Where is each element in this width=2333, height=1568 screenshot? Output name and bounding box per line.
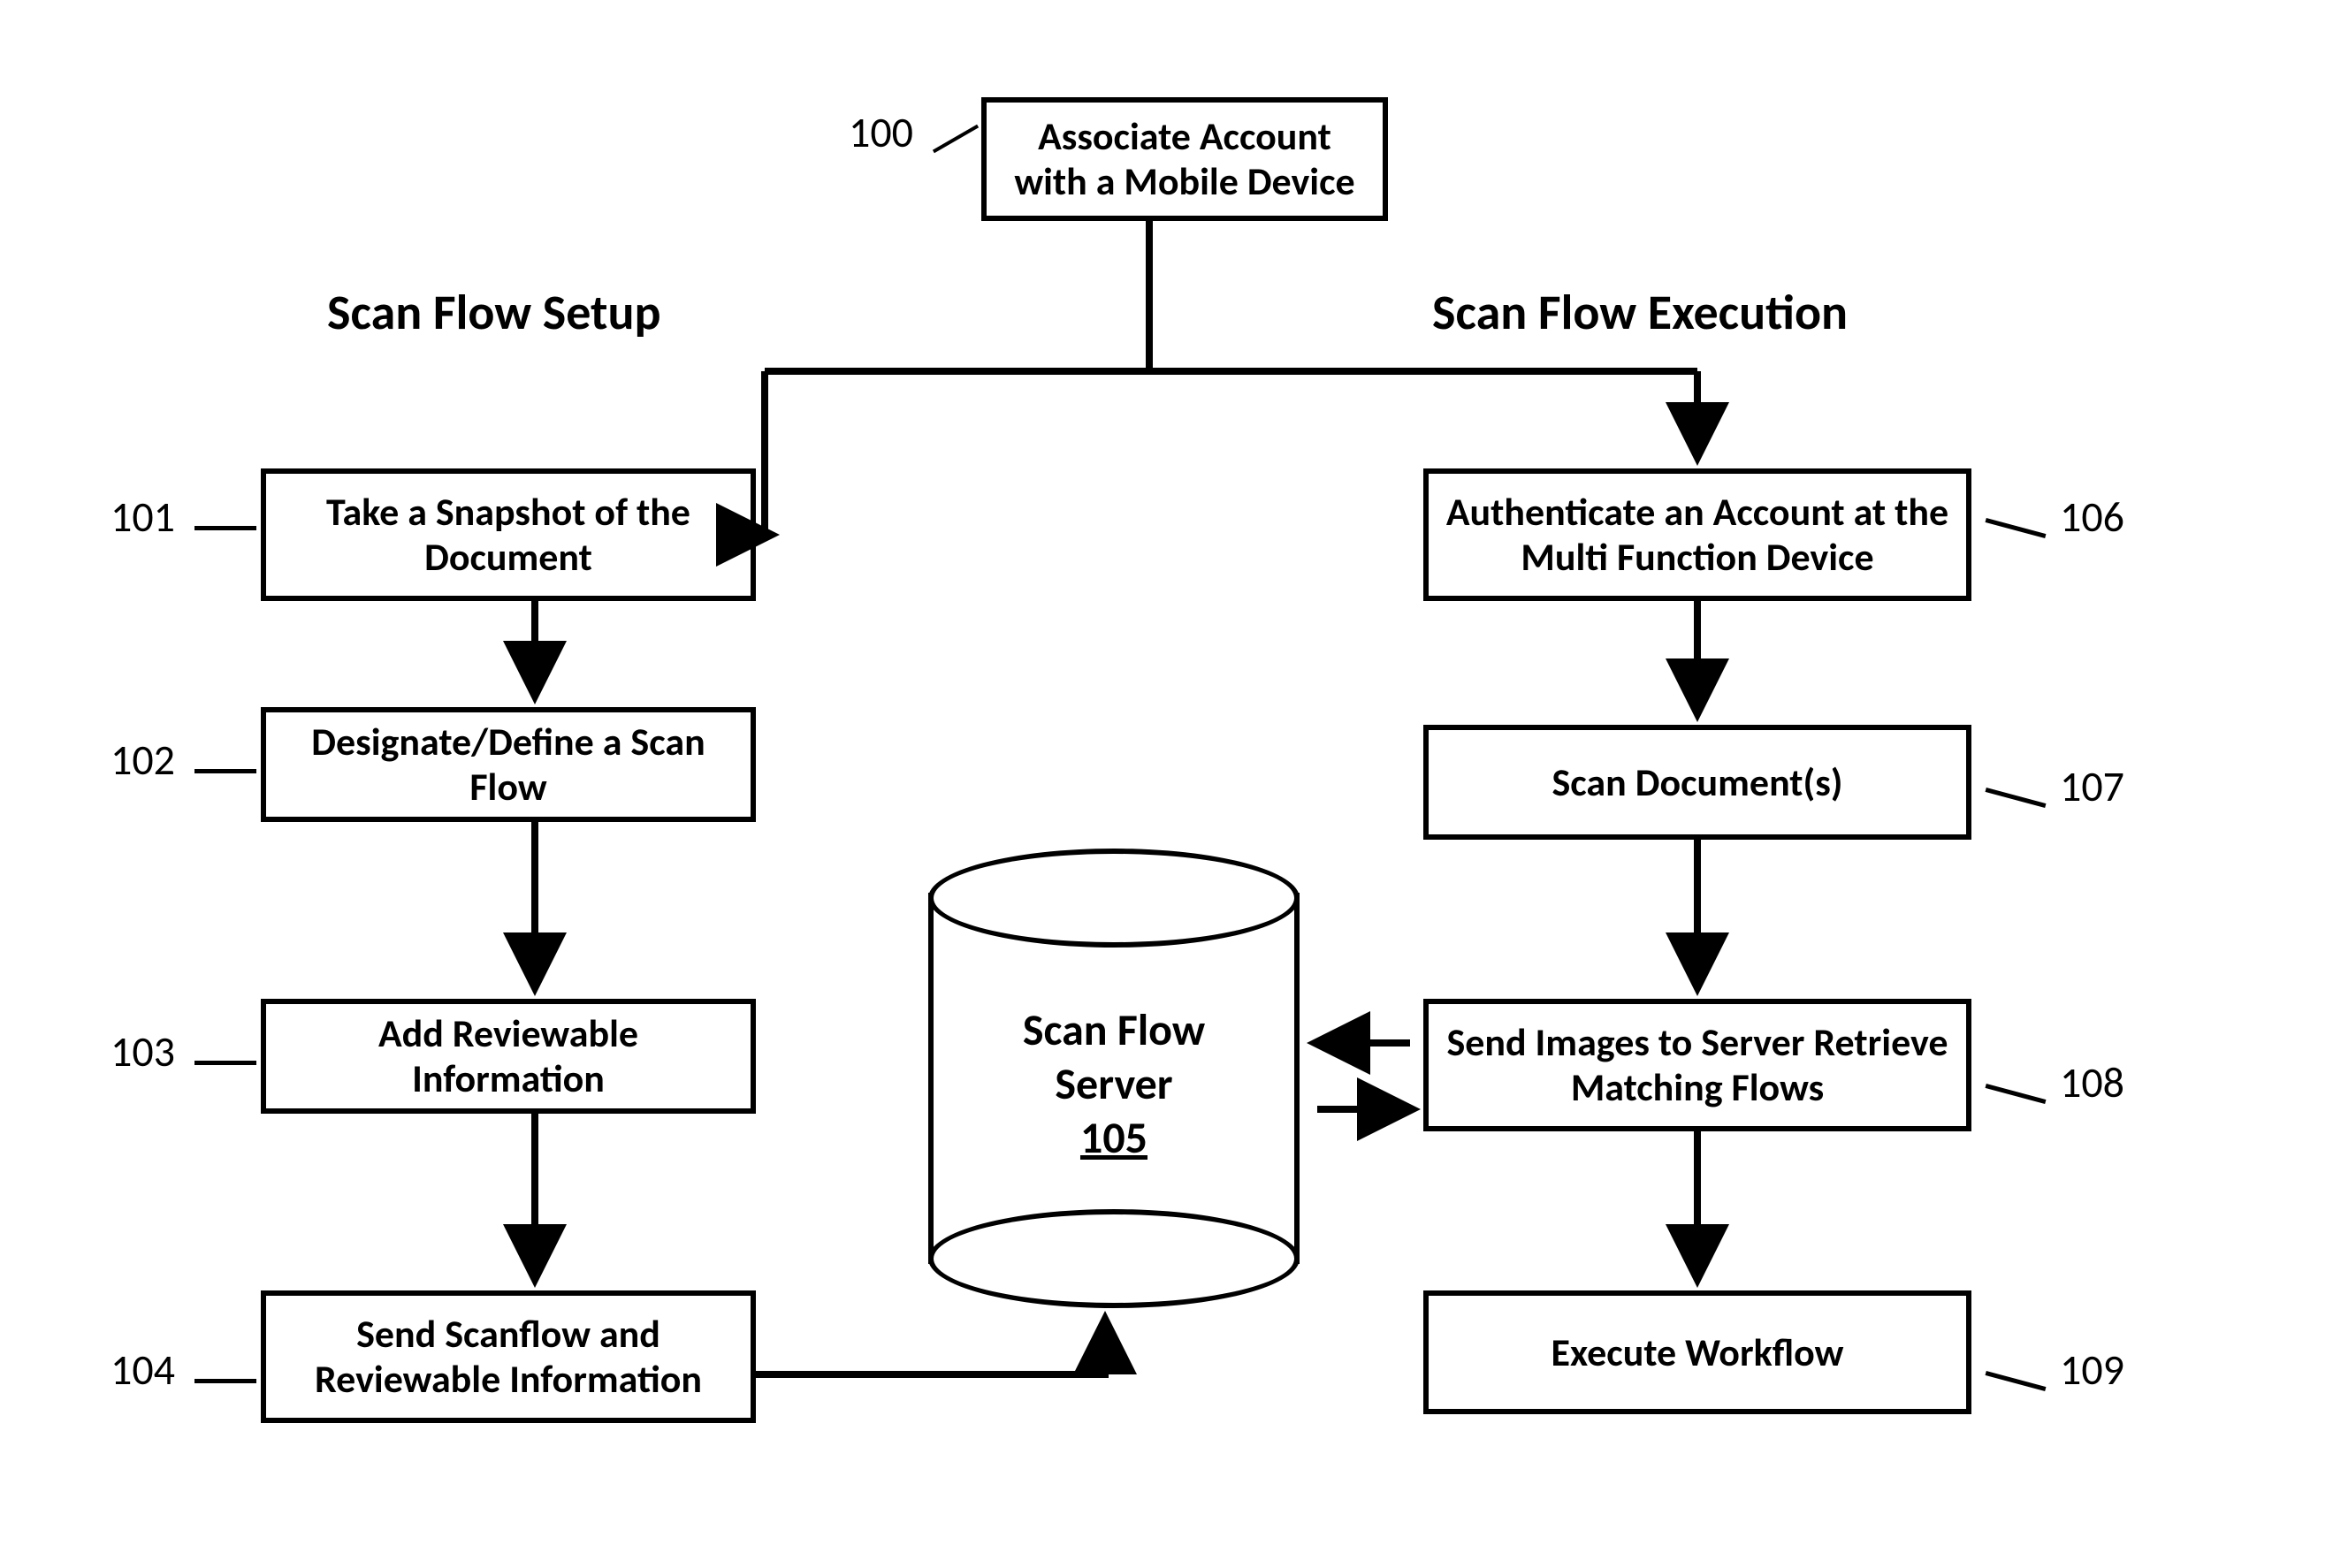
- ref-tick-103: [194, 1061, 256, 1065]
- ref-107: 107: [2060, 760, 2124, 812]
- ref-102: 102: [111, 734, 175, 786]
- ref-106: 106: [2060, 491, 2124, 543]
- ref-tick-109: [1986, 1371, 2047, 1391]
- ref-tick-104: [194, 1379, 256, 1383]
- ref-tick-108: [1986, 1084, 2047, 1104]
- node-104-send-scanflow: Send Scanflow and Reviewable Information: [261, 1290, 756, 1423]
- cylinder-num: 105: [1080, 1111, 1147, 1165]
- ref-108: 108: [2060, 1056, 2124, 1108]
- node-107-scan-docs: Scan Document(s): [1423, 725, 1971, 840]
- ref-103: 103: [111, 1025, 175, 1077]
- node-108-send-images: Send Images to Server Retrieve Matching …: [1423, 999, 1971, 1131]
- cylinder-105-server: Scan Flow Server 105: [928, 849, 1300, 1308]
- node-100-associate-account: Associate Account with a Mobile Device: [981, 97, 1388, 221]
- node-109-execute: Execute Workflow: [1423, 1290, 1971, 1414]
- ref-100: 100: [849, 106, 913, 158]
- ref-tick-107: [1986, 788, 2047, 808]
- node-101-snapshot: Take a Snapshot of the Document: [261, 468, 756, 601]
- cylinder-line1: Scan Flow: [1023, 1003, 1205, 1057]
- ref-104: 104: [111, 1343, 175, 1396]
- ref-tick-106: [1986, 518, 2047, 538]
- node-106-authenticate: Authenticate an Account at the Multi Fun…: [1423, 468, 1971, 601]
- node-102-define-flow: Designate/Define a Scan Flow: [261, 707, 756, 822]
- flowchart-canvas: Scan Flow Setup Scan Flow Execution Asso…: [0, 0, 2333, 1568]
- ref-tick-102: [194, 769, 256, 773]
- title-execution: Scan Flow Execution: [1432, 283, 1848, 343]
- cylinder-line2: Server: [1055, 1057, 1172, 1111]
- title-setup: Scan Flow Setup: [327, 283, 661, 343]
- ref-109: 109: [2060, 1343, 2124, 1396]
- ref-tick-101: [194, 526, 256, 530]
- ref-tick-100: [933, 125, 979, 153]
- ref-101: 101: [111, 491, 175, 543]
- node-103-add-info: Add Reviewable Information: [261, 999, 756, 1114]
